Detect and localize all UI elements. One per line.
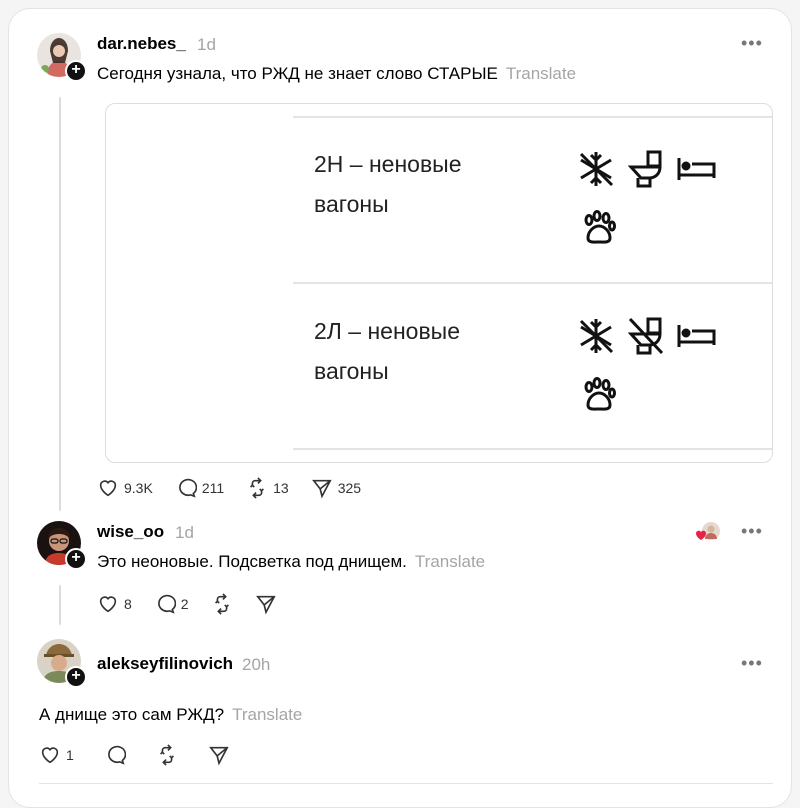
snowflake-crossed-icon — [576, 316, 616, 356]
timestamp[interactable]: 1d — [197, 35, 216, 55]
translate-link[interactable]: Translate — [506, 64, 576, 83]
like-count: 9.3K — [124, 480, 153, 496]
post-actions: 8 2 — [97, 593, 299, 615]
post-actions: 9.3K 211 13 325 — [97, 477, 383, 499]
toilet-icon — [628, 149, 664, 189]
post-image[interactable]: 2Н – неновые вагоны 2Л – неновые вагоны — [105, 103, 773, 463]
bed-icon — [676, 156, 718, 182]
timestamp[interactable]: 1d — [175, 523, 194, 543]
paw-icon — [580, 377, 616, 413]
like-button[interactable]: 9.3K — [97, 477, 153, 499]
repost-count: 13 — [273, 480, 289, 496]
follow-plus-icon[interactable]: + — [65, 548, 87, 570]
post-body: А днище это сам РЖД? — [39, 705, 225, 724]
car-type-label: вагоны — [314, 358, 389, 384]
heart-icon — [99, 596, 117, 613]
snowflake-crossed-icon — [576, 149, 616, 189]
send-icon — [208, 746, 229, 766]
reply-count: 211 — [201, 480, 225, 496]
post-actions: 1 — [39, 744, 252, 766]
table-divider — [293, 448, 772, 450]
repost-icon — [214, 593, 229, 615]
paw-icon — [580, 210, 616, 246]
translate-link[interactable]: Translate — [415, 552, 485, 571]
comment-icon — [178, 478, 197, 498]
car-type-text: 2Н – неновые вагоны — [314, 144, 534, 224]
repost-button[interactable] — [211, 593, 233, 615]
post-text: Сегодня узнала, что РЖД не знает слово С… — [97, 64, 576, 84]
like-button[interactable]: 8 — [97, 593, 132, 615]
heart-icon — [41, 747, 59, 764]
username[interactable]: alekseyfilinovich — [97, 654, 233, 674]
post-body: Это неоновые. Подсветка под днищем. — [97, 552, 407, 571]
car-type-text: 2Л – неновые вагоны — [314, 311, 534, 391]
thread-line — [59, 585, 61, 625]
username[interactable]: wise_oo — [97, 522, 164, 542]
comment-icon — [107, 745, 126, 765]
like-count: 1 — [66, 747, 74, 763]
bed-icon — [676, 323, 718, 349]
repost-button[interactable]: 13 — [246, 477, 289, 499]
reply-count: 2 — [180, 596, 189, 612]
repost-button[interactable] — [156, 744, 178, 766]
share-button[interactable]: 325 — [311, 477, 361, 499]
send-icon — [255, 595, 276, 615]
post-body: Сегодня узнала, что РЖД не знает слово С… — [97, 64, 498, 83]
table-divider — [293, 282, 772, 284]
share-count: 325 — [337, 480, 362, 496]
translate-link[interactable]: Translate — [232, 705, 302, 724]
follow-plus-icon[interactable]: + — [65, 666, 87, 688]
car-type-label: 2Л – неновые — [314, 318, 460, 344]
like-count: 8 — [124, 596, 132, 612]
share-button[interactable] — [208, 744, 230, 766]
car-type-label: 2Н – неновые — [314, 151, 462, 177]
timestamp[interactable]: 20h — [242, 655, 270, 675]
share-button[interactable] — [255, 593, 277, 615]
thread-line — [59, 97, 61, 511]
reply-button[interactable]: 2 — [154, 593, 189, 615]
post-divider — [39, 783, 773, 784]
post-text: А днище это сам РЖД? Translate — [39, 705, 302, 725]
heart-icon — [99, 480, 117, 497]
car-type-label: вагоны — [314, 191, 389, 217]
comment-icon — [157, 594, 176, 614]
follow-plus-icon[interactable]: + — [65, 60, 87, 82]
post-text: Это неоновые. Подсветка под днищем. Trans… — [97, 552, 485, 572]
more-options-icon[interactable]: ••• — [741, 33, 763, 54]
reply-button[interactable] — [104, 744, 126, 766]
liked-by-author-badge — [695, 521, 721, 543]
username[interactable]: dar.nebes_ — [97, 34, 186, 54]
repost-icon — [250, 477, 265, 499]
more-options-icon[interactable]: ••• — [741, 653, 763, 674]
thread-card: + dar.nebes_ 1d ••• Сегодня узнала, что … — [8, 8, 792, 808]
reply-button[interactable]: 211 — [175, 477, 224, 499]
repost-icon — [159, 744, 174, 766]
like-button[interactable]: 1 — [39, 744, 74, 766]
send-icon — [311, 479, 332, 499]
more-options-icon[interactable]: ••• — [741, 521, 763, 542]
table-divider — [293, 116, 772, 118]
toilet-crossed-icon — [628, 316, 664, 356]
